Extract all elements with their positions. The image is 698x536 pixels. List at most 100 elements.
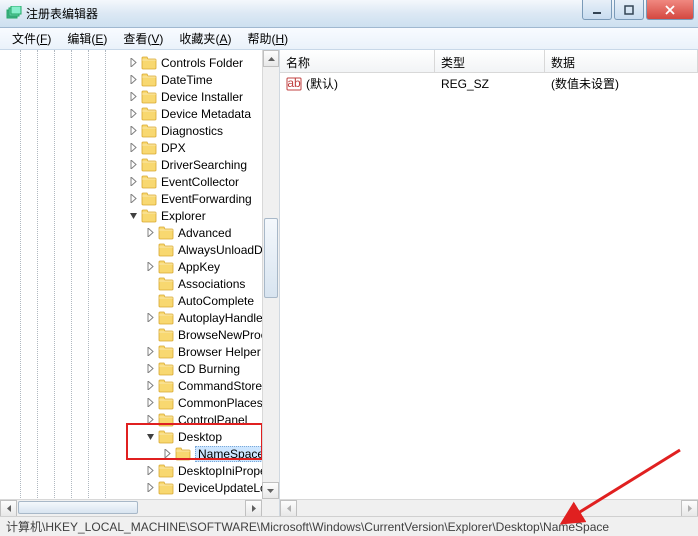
tree-item[interactable]: CommonPlaces [0, 394, 279, 411]
expand-icon[interactable] [145, 414, 156, 425]
tree-item[interactable]: Device Metadata [0, 105, 279, 122]
main-split: Controls FolderDateTime Device Installer D… [0, 50, 698, 516]
tree-item[interactable]: DPX [0, 139, 279, 156]
folder-icon [158, 464, 174, 478]
tree-item[interactable]: NameSpace [0, 445, 279, 462]
tree-vscrollbar[interactable] [262, 50, 279, 499]
tree-item[interactable]: BrowseNewProcess [0, 326, 279, 343]
collapse-icon[interactable] [128, 210, 139, 221]
tree-item[interactable]: Diagnostics [0, 122, 279, 139]
tree-item[interactable]: AutoComplete [0, 292, 279, 309]
col-name[interactable]: 名称 [280, 50, 435, 72]
expand-icon[interactable] [128, 142, 139, 153]
list-hscrollbar[interactable] [280, 499, 698, 516]
folder-icon [141, 124, 157, 138]
folder-icon [141, 141, 157, 155]
folder-icon [141, 73, 157, 87]
menu-favorites[interactable]: 收藏夹(A) [171, 28, 239, 49]
folder-icon [141, 192, 157, 206]
tree-item-label: CommonPlaces [178, 396, 263, 410]
tree-item[interactable]: DateTime [0, 71, 279, 88]
col-type[interactable]: 类型 [435, 50, 545, 72]
expand-icon[interactable] [128, 74, 139, 85]
folder-icon [158, 481, 174, 495]
folder-icon [158, 362, 174, 376]
tree-item[interactable]: Advanced [0, 224, 279, 241]
expand-icon[interactable] [145, 465, 156, 476]
tree-item[interactable]: EventForwarding [0, 190, 279, 207]
tree-item[interactable]: DriverSearching [0, 156, 279, 173]
folder-icon [158, 277, 174, 291]
hscroll-thumb[interactable] [18, 501, 138, 514]
scroll-right-button[interactable] [245, 500, 262, 516]
expand-icon[interactable] [145, 261, 156, 272]
folder-icon [158, 311, 174, 325]
folder-icon [141, 107, 157, 121]
tree-item-label: AppKey [178, 260, 220, 274]
vscroll-thumb[interactable] [264, 218, 278, 298]
expand-icon[interactable] [162, 448, 173, 459]
list-scroll-left-button[interactable] [280, 500, 297, 517]
expand-icon[interactable] [128, 91, 139, 102]
expand-icon[interactable] [128, 108, 139, 119]
tree-item-label: ControlPanel [178, 413, 247, 427]
col-data[interactable]: 数据 [545, 50, 698, 72]
tree-item-label: Controls Folder [161, 56, 243, 70]
folder-icon [141, 175, 157, 189]
tree-item-label: Device Installer [161, 90, 243, 104]
expand-icon[interactable] [145, 482, 156, 493]
tree-item[interactable]: AutoplayHandlers [0, 309, 279, 326]
titlebar: 注册表编辑器 [0, 0, 698, 28]
list-scroll-right-button[interactable] [681, 500, 698, 517]
tree-item[interactable]: Controls Folder [0, 54, 279, 71]
menu-help[interactable]: 帮助(H) [239, 28, 296, 49]
minimize-button[interactable] [582, 0, 612, 20]
folder-icon [158, 243, 174, 257]
tree-item-label: DriverSearching [161, 158, 247, 172]
expand-icon[interactable] [145, 346, 156, 357]
menu-file[interactable]: 文件(F) [4, 28, 59, 49]
maximize-button[interactable] [614, 0, 644, 20]
folder-icon [158, 226, 174, 240]
expand-icon[interactable] [145, 227, 156, 238]
tree-item[interactable]: ControlPanel [0, 411, 279, 428]
tree-item-label: DPX [161, 141, 186, 155]
expand-icon[interactable] [128, 57, 139, 68]
scroll-up-button[interactable] [263, 50, 279, 67]
tree-item-label: Associations [178, 277, 245, 291]
close-button[interactable] [646, 0, 694, 20]
collapse-icon[interactable] [145, 431, 156, 442]
expand-icon[interactable] [128, 159, 139, 170]
expand-icon[interactable] [145, 397, 156, 408]
tree-item[interactable]: Desktop [0, 428, 279, 445]
tree-item[interactable]: CD Burning [0, 360, 279, 377]
tree-item-label: Device Metadata [161, 107, 251, 121]
tree-item[interactable]: DesktopIniProperty [0, 462, 279, 479]
expand-icon[interactable] [145, 380, 156, 391]
tree-item[interactable]: Device Installer [0, 88, 279, 105]
tree-item[interactable]: Associations [0, 275, 279, 292]
expand-icon[interactable] [128, 193, 139, 204]
list-row[interactable]: ab(默认)REG_SZ(数值未设置) [280, 75, 698, 92]
tree-hscrollbar[interactable] [0, 499, 262, 516]
tree-item[interactable]: Browser Helper Ob [0, 343, 279, 360]
list-header: 名称 类型 数据 [280, 50, 698, 73]
tree-item[interactable]: EventCollector [0, 173, 279, 190]
tree-item[interactable]: AlwaysUnloadDLL [0, 241, 279, 258]
expand-icon[interactable] [145, 312, 156, 323]
menu-edit[interactable]: 编辑(E) [59, 28, 115, 49]
menu-view[interactable]: 查看(V) [115, 28, 171, 49]
expand-icon[interactable] [145, 363, 156, 374]
tree-item[interactable]: CommandStore [0, 377, 279, 394]
scroll-left-button[interactable] [0, 500, 17, 516]
tree-item[interactable]: DeviceUpdateLocati [0, 479, 279, 496]
tree-item[interactable]: AppKey [0, 258, 279, 275]
tree-item[interactable]: Explorer [0, 207, 279, 224]
tree-item-label: Desktop [178, 430, 222, 444]
expand-icon[interactable] [128, 125, 139, 136]
tree-inner: Controls FolderDateTime Device Installer D… [0, 50, 279, 500]
scroll-down-button[interactable] [262, 482, 279, 499]
value-type: REG_SZ [435, 77, 545, 91]
expand-icon[interactable] [128, 176, 139, 187]
app-icon [6, 6, 22, 22]
